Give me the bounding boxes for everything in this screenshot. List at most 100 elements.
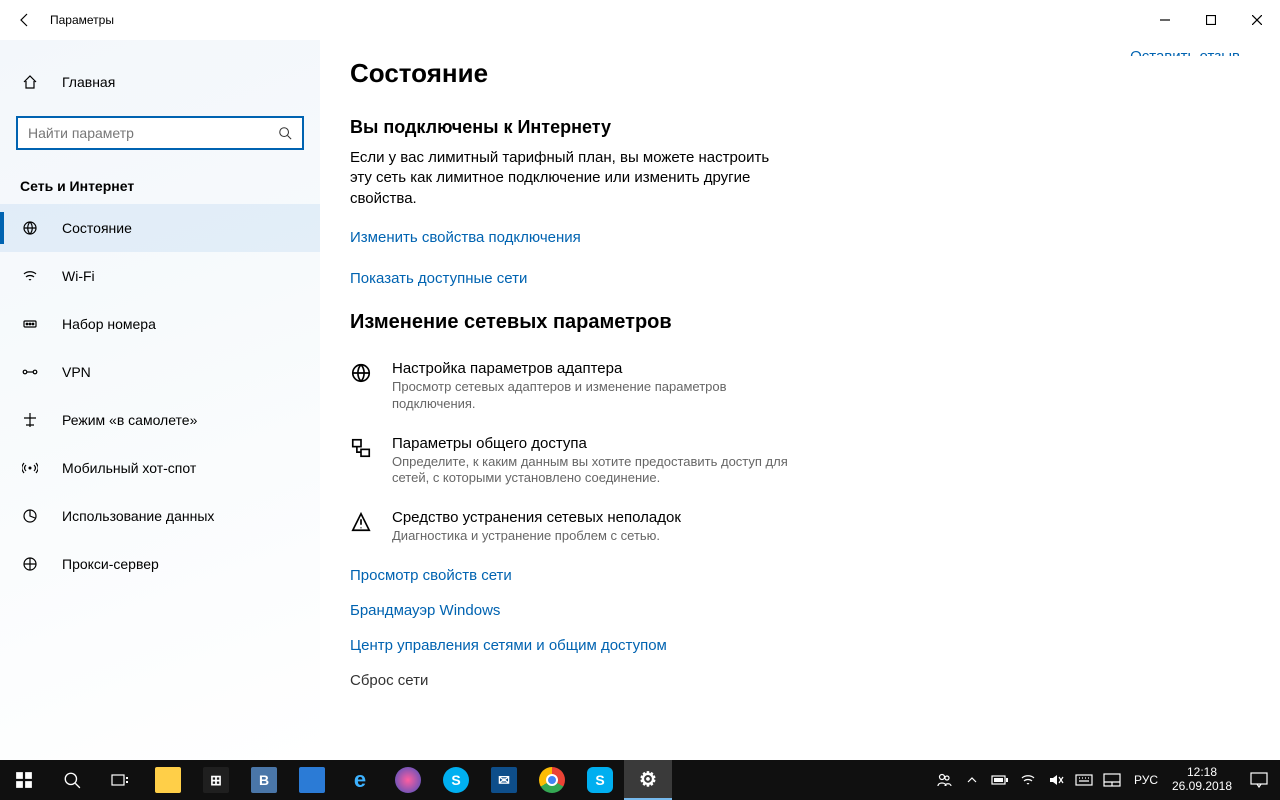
tray-time: 12:18 [1187, 766, 1217, 780]
window-title: Параметры [50, 13, 114, 27]
sidebar-item-label: Состояние [62, 220, 132, 236]
sidebar-home[interactable]: Главная [0, 62, 320, 102]
link-network-reset[interactable]: Сброс сети [350, 672, 1240, 689]
sidebar-item-label: Мобильный хот-спот [62, 460, 196, 476]
minimize-button[interactable] [1142, 0, 1188, 40]
link-network-sharing-center[interactable]: Центр управления сетями и общим доступом [350, 637, 1240, 654]
option-desc: Диагностика и устранение проблем с сетью… [392, 528, 681, 545]
sidebar-item-label: VPN [62, 364, 91, 380]
ie-icon: e [347, 767, 373, 793]
page-title: Состояние [350, 58, 1240, 89]
taskbar-app-chrome[interactable] [528, 760, 576, 800]
start-button[interactable] [0, 760, 48, 800]
warning-icon [350, 509, 374, 545]
task-view-icon [111, 771, 129, 789]
link-windows-firewall[interactable]: Брандмауэр Windows [350, 602, 1240, 619]
sidebar-item-label: Набор номера [62, 316, 156, 332]
keyboard-icon [1075, 773, 1093, 787]
status-body: Если у вас лимитный тарифный план, вы мо… [350, 148, 780, 209]
tray-date: 26.09.2018 [1172, 780, 1232, 794]
app-icon [299, 767, 325, 793]
maximize-button[interactable] [1188, 0, 1234, 40]
sidebar-item-label: Использование данных [62, 508, 214, 524]
option-desc: Просмотр сетевых адаптеров и изменение п… [392, 379, 810, 413]
tray-chevron-up[interactable] [958, 760, 986, 800]
battery-icon [991, 774, 1009, 786]
touchpad-icon [1103, 773, 1121, 787]
search-icon [268, 126, 302, 140]
sidebar-item-hotspot[interactable]: Мобильный хот-спот [0, 444, 320, 492]
taskbar-app-explorer[interactable] [144, 760, 192, 800]
windows-icon [15, 771, 33, 789]
option-desc: Определите, к каким данным вы хотите пре… [392, 454, 810, 488]
sidebar-item-airplane[interactable]: Режим «в самолете» [0, 396, 320, 444]
store-icon: ⊞ [203, 767, 229, 793]
sidebar-item-vpn[interactable]: VPN [0, 348, 320, 396]
close-icon [1252, 15, 1262, 25]
sidebar-item-label: Wi-Fi [62, 268, 95, 284]
option-title: Настройка параметров адаптера [392, 360, 810, 377]
skype-icon: S [587, 767, 613, 793]
taskbar-app-skype1[interactable]: S [432, 760, 480, 800]
sidebar-item-datausage[interactable]: Использование данных [0, 492, 320, 540]
sidebar-category: Сеть и Интернет [0, 150, 320, 204]
section-heading: Изменение сетевых параметров [350, 311, 1240, 334]
notification-icon [1250, 772, 1268, 788]
taskbar-app-ie[interactable]: e [336, 760, 384, 800]
taskbar-app-generic1[interactable] [288, 760, 336, 800]
back-button[interactable] [0, 0, 50, 40]
chrome-icon [539, 767, 565, 793]
sidebar-item-wifi[interactable]: Wi-Fi [0, 252, 320, 300]
maximize-icon [1206, 15, 1216, 25]
link-show-networks[interactable]: Показать доступные сети [350, 270, 1240, 287]
search-input[interactable] [18, 125, 268, 141]
sidebar-item-label: Режим «в самолете» [62, 412, 197, 428]
option-title: Средство устранения сетевых неполадок [392, 509, 681, 526]
feedback-link[interactable]: Оставить отзыв [1130, 48, 1240, 56]
proxy-icon [20, 556, 40, 572]
sidebar-home-label: Главная [62, 74, 115, 90]
sidebar-item-status[interactable]: Состояние [0, 204, 320, 252]
taskbar-app-vk[interactable]: B [240, 760, 288, 800]
taskbar-app-generic2[interactable] [384, 760, 432, 800]
tray-people[interactable] [930, 760, 958, 800]
close-button[interactable] [1234, 0, 1280, 40]
system-tray: РУС 12:18 26.09.2018 [930, 760, 1280, 800]
link-view-net-props[interactable]: Просмотр свойств сети [350, 567, 1240, 584]
tray-battery[interactable] [986, 760, 1014, 800]
folder-icon [155, 767, 181, 793]
tray-volume[interactable] [1042, 760, 1070, 800]
taskbar-app-mail[interactable]: ✉ [480, 760, 528, 800]
search-icon [63, 771, 81, 789]
task-view-button[interactable] [96, 760, 144, 800]
sidebar-item-dialup[interactable]: Набор номера [0, 300, 320, 348]
option-sharing-settings[interactable]: Параметры общего доступа Определите, к к… [350, 435, 810, 488]
taskbar-search[interactable] [48, 760, 96, 800]
tray-language[interactable]: РУС [1126, 773, 1166, 787]
chevron-up-icon [966, 774, 978, 786]
sidebar-item-label: Прокси-сервер [62, 556, 159, 572]
airplane-icon [20, 412, 40, 428]
globe-icon [350, 360, 374, 413]
tray-wifi[interactable] [1014, 760, 1042, 800]
vk-icon: B [251, 767, 277, 793]
people-icon [936, 772, 952, 788]
tray-input-indicator[interactable] [1098, 760, 1126, 800]
taskbar-app-store[interactable]: ⊞ [192, 760, 240, 800]
minimize-icon [1160, 15, 1170, 25]
wifi-icon [1020, 772, 1036, 788]
main-content: Оставить отзыв Состояние Вы подключены к… [320, 40, 1280, 760]
tray-action-center[interactable] [1238, 772, 1280, 788]
taskbar-app-settings[interactable]: ⚙ [624, 760, 672, 800]
option-adapter-settings[interactable]: Настройка параметров адаптера Просмотр с… [350, 360, 810, 413]
sidebar-item-proxy[interactable]: Прокси-сервер [0, 540, 320, 588]
search-box[interactable] [16, 116, 304, 150]
taskbar-app-skype2[interactable]: S [576, 760, 624, 800]
link-change-connection-props[interactable]: Изменить свойства подключения [350, 229, 1240, 246]
status-heading: Вы подключены к Интернету [350, 117, 1240, 138]
tray-clock[interactable]: 12:18 26.09.2018 [1166, 766, 1238, 794]
skype-icon: S [443, 767, 469, 793]
option-troubleshoot[interactable]: Средство устранения сетевых неполадок Ди… [350, 509, 810, 545]
tray-keyboard[interactable] [1070, 760, 1098, 800]
titlebar: Параметры [0, 0, 1280, 40]
